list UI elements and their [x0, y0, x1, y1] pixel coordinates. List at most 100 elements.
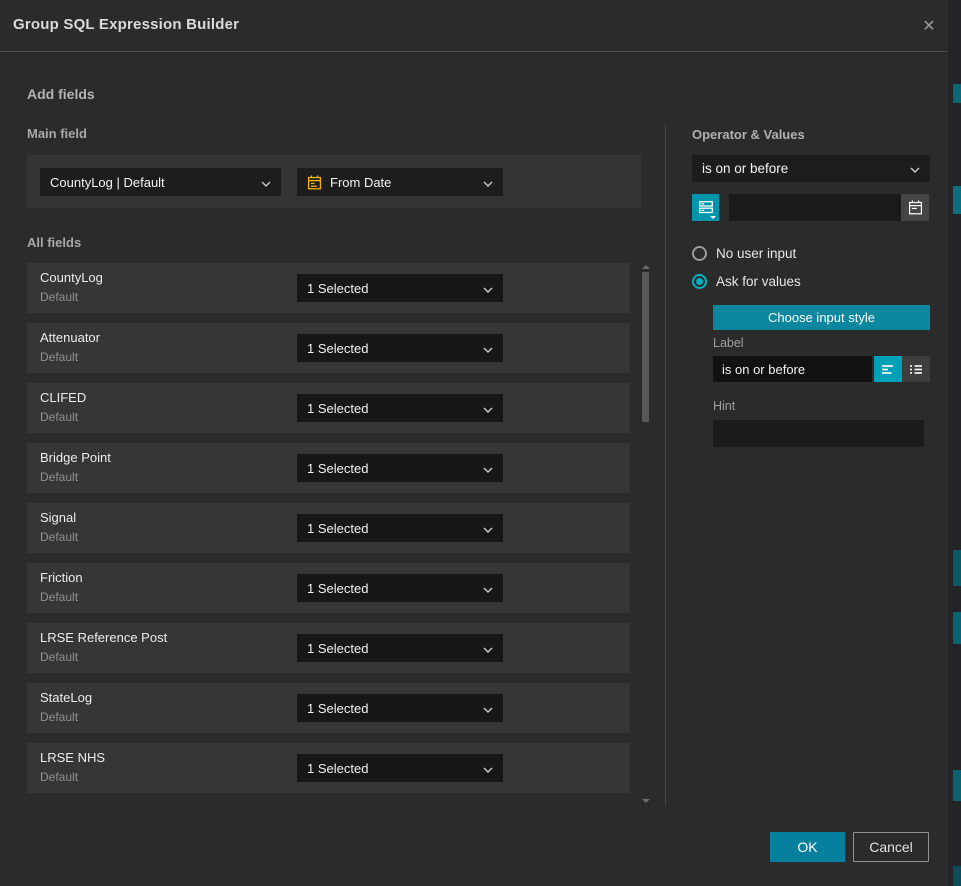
input-style-text-button[interactable] — [874, 356, 902, 382]
field-subtitle: Default — [40, 350, 78, 364]
field-name: CountyLog — [40, 270, 103, 285]
label-input[interactable] — [713, 356, 872, 382]
hint-input[interactable] — [713, 420, 924, 447]
dialog-title: Group SQL Expression Builder — [13, 16, 239, 33]
field-row: Bridge Point Default 1 Selected — [27, 443, 630, 493]
field-selected-value: 1 Selected — [307, 761, 368, 776]
field-subtitle: Default — [40, 530, 78, 544]
chevron-down-icon — [483, 641, 493, 656]
background-app-fragment — [953, 186, 961, 214]
main-field-source-dropdown[interactable]: CountyLog | Default — [40, 168, 281, 196]
field-row: CLIFED Default 1 Selected — [27, 383, 630, 433]
field-row: CountyLog Default 1 Selected — [27, 263, 630, 313]
field-name: StateLog — [40, 690, 92, 705]
ok-button[interactable]: OK — [770, 832, 845, 862]
value-input[interactable] — [729, 194, 901, 221]
chevron-down-icon — [910, 161, 920, 176]
panel-divider — [665, 125, 666, 805]
chevron-down-icon — [483, 761, 493, 776]
operator-dropdown[interactable]: is on or before — [692, 155, 930, 182]
calendar-icon — [307, 175, 322, 190]
field-row: Friction Default 1 Selected — [27, 563, 630, 613]
close-icon[interactable]: ✕ — [916, 13, 942, 39]
background-app-fragment — [953, 866, 961, 886]
background-app-fragment — [953, 550, 961, 586]
chevron-down-icon — [483, 461, 493, 476]
group-sql-expression-builder-dialog: Group SQL Expression Builder ✕ Add field… — [0, 0, 948, 886]
chevron-down-icon — [483, 401, 493, 416]
main-field-panel: CountyLog | Default From Date — [27, 155, 641, 208]
mini-chevron-down-icon — [710, 216, 716, 219]
field-name: Bridge Point — [40, 450, 111, 465]
main-field-field-value: From Date — [330, 175, 391, 190]
stacked-values-icon — [698, 200, 714, 215]
input-style-list-button[interactable] — [902, 356, 930, 382]
field-selected-dropdown[interactable]: 1 Selected — [297, 634, 503, 662]
operator-values-heading: Operator & Values — [692, 127, 805, 142]
background-app-fragment — [953, 84, 961, 103]
choose-input-style-button[interactable]: Choose input style — [713, 305, 930, 330]
field-selected-value: 1 Selected — [307, 581, 368, 596]
chevron-down-icon — [483, 701, 493, 716]
cancel-button[interactable]: Cancel — [853, 832, 929, 862]
field-selected-dropdown[interactable]: 1 Selected — [297, 274, 503, 302]
chevron-down-icon — [483, 521, 493, 536]
field-selected-dropdown[interactable]: 1 Selected — [297, 694, 503, 722]
scrollbar-down-arrow-icon[interactable] — [642, 799, 650, 803]
main-field-field-dropdown[interactable]: From Date — [297, 168, 503, 196]
radio-selected-icon — [692, 274, 707, 289]
dialog-titlebar: Group SQL Expression Builder ✕ — [0, 0, 948, 52]
field-subtitle: Default — [40, 410, 78, 424]
field-selected-dropdown[interactable]: 1 Selected — [297, 394, 503, 422]
calendar-icon — [908, 200, 923, 215]
field-subtitle: Default — [40, 470, 78, 484]
operator-value: is on or before — [702, 161, 788, 176]
bullet-list-icon — [909, 363, 923, 376]
add-fields-heading: Add fields — [27, 86, 95, 102]
background-app-strip — [948, 0, 961, 886]
radio-label: No user input — [716, 246, 796, 261]
chevron-down-icon — [261, 175, 271, 190]
field-name: LRSE NHS — [40, 750, 105, 765]
chevron-down-icon — [483, 341, 493, 356]
all-fields-heading: All fields — [27, 235, 81, 250]
radio-ask-for-values[interactable]: Ask for values — [692, 274, 801, 289]
date-picker-button[interactable] — [901, 194, 929, 221]
field-row: Attenuator Default 1 Selected — [27, 323, 630, 373]
background-app-fragment — [953, 770, 961, 801]
scrollbar-up-arrow-icon[interactable] — [642, 265, 650, 269]
field-name: Signal — [40, 510, 76, 525]
field-selected-dropdown[interactable]: 1 Selected — [297, 754, 503, 782]
field-selected-value: 1 Selected — [307, 701, 368, 716]
main-field-source-value: CountyLog | Default — [50, 175, 165, 190]
main-field-heading: Main field — [27, 126, 87, 141]
field-row: LRSE NHS Default 1 Selected — [27, 743, 630, 793]
field-row: LRSE Reference Post Default 1 Selected — [27, 623, 630, 673]
radio-unselected-icon — [692, 246, 707, 261]
field-selected-value: 1 Selected — [307, 281, 368, 296]
field-subtitle: Default — [40, 710, 78, 724]
field-subtitle: Default — [40, 290, 78, 304]
radio-label: Ask for values — [716, 274, 801, 289]
field-name: Friction — [40, 570, 83, 585]
radio-no-user-input[interactable]: No user input — [692, 246, 796, 261]
field-selected-value: 1 Selected — [307, 341, 368, 356]
chevron-down-icon — [483, 175, 493, 190]
field-selected-dropdown[interactable]: 1 Selected — [297, 574, 503, 602]
scrollbar-thumb[interactable] — [642, 272, 649, 422]
field-subtitle: Default — [40, 770, 78, 784]
background-app-fragment — [953, 612, 961, 644]
fields-list-scrollbar[interactable] — [641, 263, 651, 805]
field-row: Signal Default 1 Selected — [27, 503, 630, 553]
field-selected-value: 1 Selected — [307, 401, 368, 416]
field-selected-dropdown[interactable]: 1 Selected — [297, 514, 503, 542]
hint-field-label: Hint — [713, 399, 735, 413]
field-selected-value: 1 Selected — [307, 641, 368, 656]
field-selected-dropdown[interactable]: 1 Selected — [297, 454, 503, 482]
value-source-button[interactable] — [692, 194, 719, 221]
chevron-down-icon — [483, 281, 493, 296]
field-selected-dropdown[interactable]: 1 Selected — [297, 334, 503, 362]
field-row: StateLog Default 1 Selected — [27, 683, 630, 733]
field-subtitle: Default — [40, 590, 78, 604]
field-name: Attenuator — [40, 330, 100, 345]
